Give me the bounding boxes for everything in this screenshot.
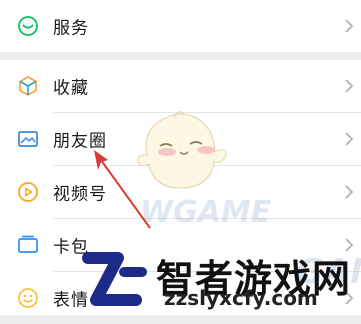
watermark-url: zzslyxcfy.com bbox=[164, 286, 318, 310]
site-watermark: GAME 智者游戏网 zzslyxcfy.com bbox=[78, 240, 361, 315]
site-logo-icon bbox=[82, 252, 147, 306]
